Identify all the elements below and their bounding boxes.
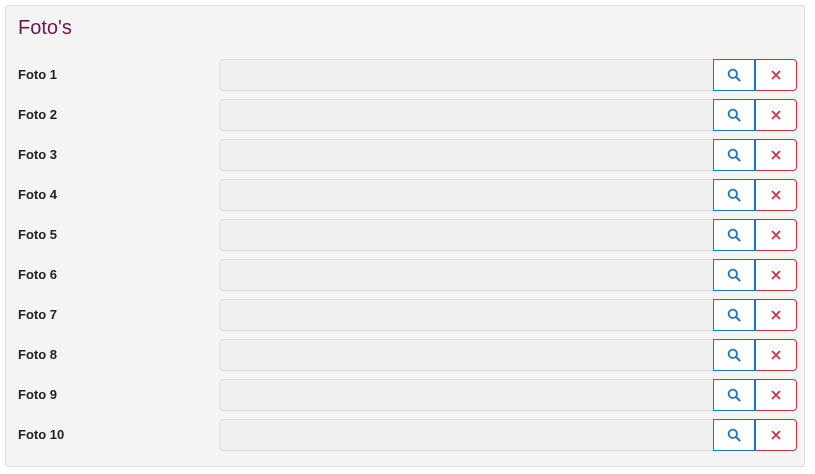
browse-photo-button[interactable] [713, 379, 755, 411]
close-icon [771, 390, 781, 400]
photo-row: Foto 8 [6, 339, 804, 371]
photo-label: Foto 9 [18, 387, 57, 402]
browse-photo-button[interactable] [713, 99, 755, 131]
photo-row: Foto 10 [6, 419, 804, 451]
search-icon [727, 388, 741, 402]
photo-row: Foto 9 [6, 379, 804, 411]
close-icon [771, 110, 781, 120]
close-icon [771, 430, 781, 440]
clear-photo-button[interactable] [755, 339, 797, 371]
clear-photo-button[interactable] [755, 419, 797, 451]
search-icon [727, 348, 741, 362]
search-icon [727, 308, 741, 322]
close-icon [771, 230, 781, 240]
clear-photo-button[interactable] [755, 379, 797, 411]
search-icon [727, 268, 741, 282]
browse-photo-button[interactable] [713, 419, 755, 451]
clear-photo-button[interactable] [755, 259, 797, 291]
photo-label: Foto 8 [18, 347, 57, 362]
panel-title: Foto's [18, 17, 72, 39]
photo-row: Foto 2 [6, 99, 804, 131]
photo-label: Foto 3 [18, 147, 57, 162]
close-icon [771, 70, 781, 80]
clear-photo-button[interactable] [755, 59, 797, 91]
browse-photo-button[interactable] [713, 339, 755, 371]
photo-label: Foto 4 [18, 187, 57, 202]
photo-label: Foto 2 [18, 107, 57, 122]
photo-path-field[interactable] [219, 259, 714, 291]
photo-path-field[interactable] [219, 379, 714, 411]
close-icon [771, 270, 781, 280]
search-icon [727, 428, 741, 442]
search-icon [727, 188, 741, 202]
photo-path-field[interactable] [219, 339, 714, 371]
browse-photo-button[interactable] [713, 59, 755, 91]
photo-row: Foto 6 [6, 259, 804, 291]
photo-row: Foto 4 [6, 179, 804, 211]
browse-photo-button[interactable] [713, 299, 755, 331]
photo-label: Foto 1 [18, 67, 57, 82]
photo-path-field[interactable] [219, 139, 714, 171]
photo-row: Foto 3 [6, 139, 804, 171]
clear-photo-button[interactable] [755, 139, 797, 171]
search-icon [727, 148, 741, 162]
photo-path-field[interactable] [219, 179, 714, 211]
clear-photo-button[interactable] [755, 299, 797, 331]
clear-photo-button[interactable] [755, 99, 797, 131]
clear-photo-button[interactable] [755, 219, 797, 251]
photo-path-field[interactable] [219, 299, 714, 331]
photo-label: Foto 5 [18, 227, 57, 242]
photo-label: Foto 6 [18, 267, 57, 282]
browse-photo-button[interactable] [713, 259, 755, 291]
close-icon [771, 190, 781, 200]
close-icon [771, 150, 781, 160]
photo-row: Foto 5 [6, 219, 804, 251]
search-icon [727, 108, 741, 122]
photo-path-field[interactable] [219, 59, 714, 91]
photos-panel: Foto's Foto 1 Foto 2 Foto 3 Foto 4 Foto … [5, 5, 805, 467]
search-icon [727, 228, 741, 242]
close-icon [771, 350, 781, 360]
clear-photo-button[interactable] [755, 179, 797, 211]
photo-label: Foto 10 [18, 427, 65, 442]
photo-path-field[interactable] [219, 419, 714, 451]
photo-path-field[interactable] [219, 99, 714, 131]
browse-photo-button[interactable] [713, 179, 755, 211]
photo-list: Foto 1 Foto 2 Foto 3 Foto 4 Foto 5 Foto … [6, 59, 804, 451]
browse-photo-button[interactable] [713, 139, 755, 171]
photo-path-field[interactable] [219, 219, 714, 251]
photo-label: Foto 7 [18, 307, 57, 322]
photo-row: Foto 1 [6, 59, 804, 91]
photo-row: Foto 7 [6, 299, 804, 331]
search-icon [727, 68, 741, 82]
browse-photo-button[interactable] [713, 219, 755, 251]
close-icon [771, 310, 781, 320]
